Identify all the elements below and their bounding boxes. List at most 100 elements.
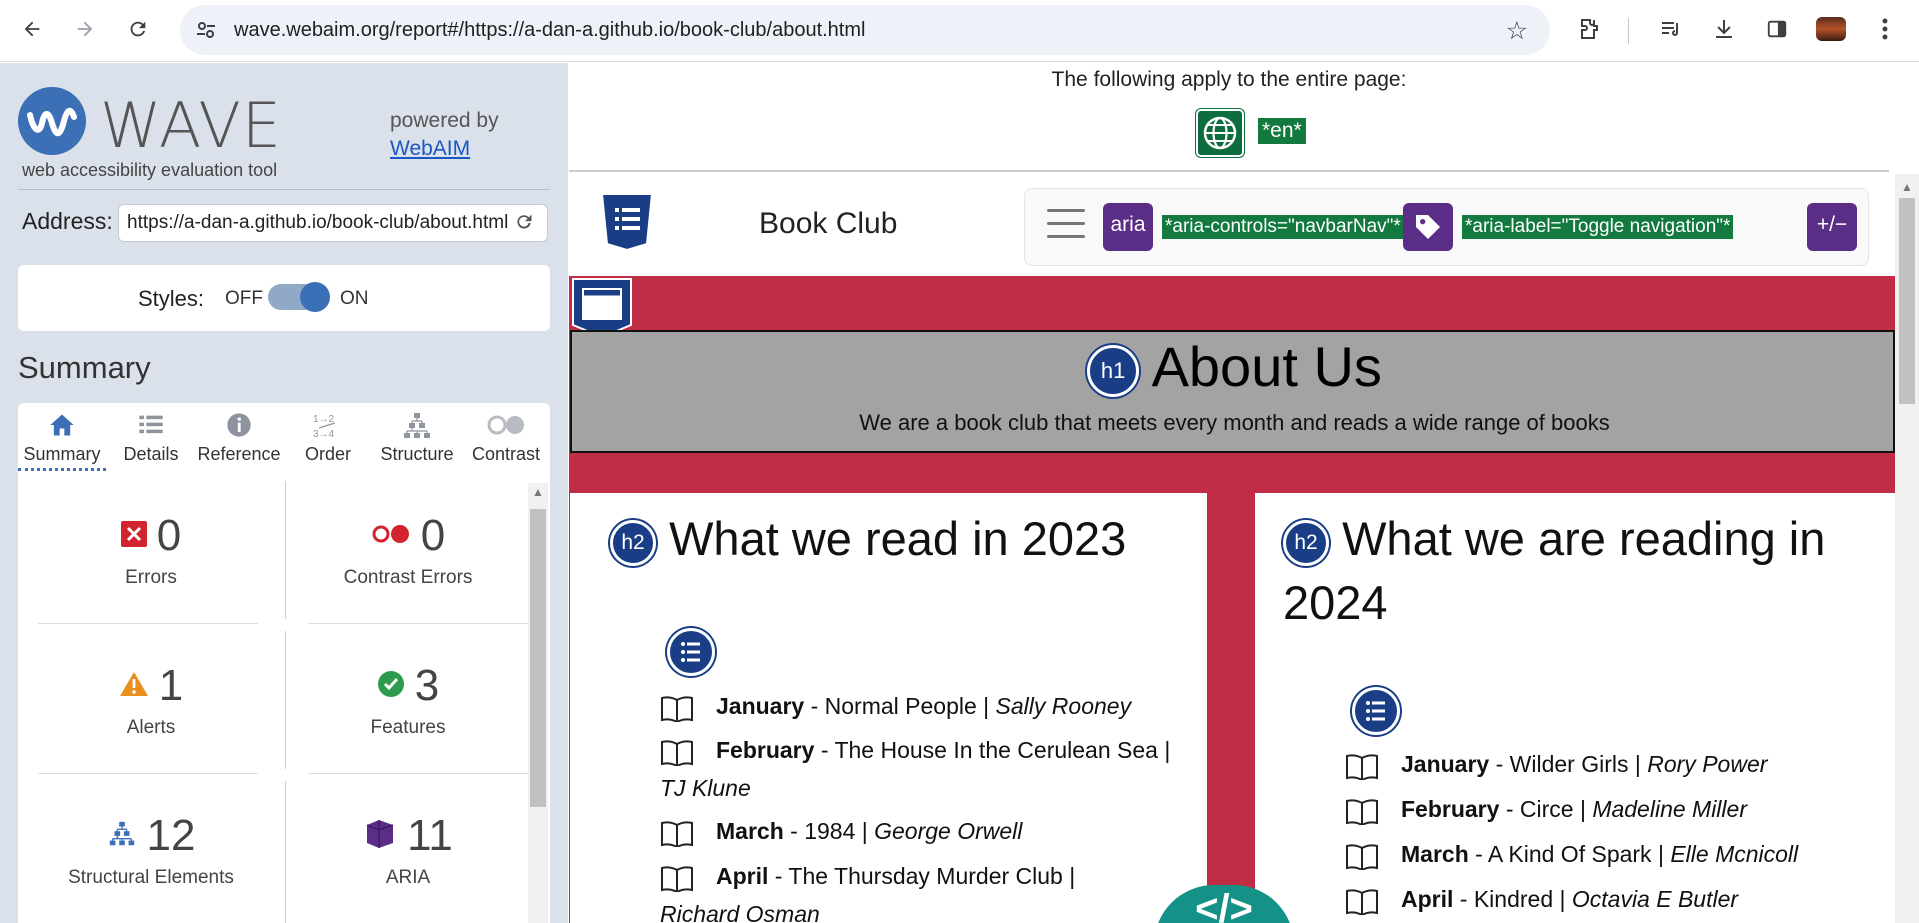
contrast-errors-count: 0 [420, 511, 446, 560]
scroll-up-icon[interactable]: ▲ [532, 485, 544, 499]
book-author: Rory Power [1647, 751, 1768, 777]
book-author: Octavia E Butler [1571, 886, 1739, 912]
book-icon [660, 864, 694, 894]
reload-icon[interactable] [119, 10, 157, 48]
tab-label: Contrast [471, 444, 541, 464]
address-input[interactable]: https://a-dan-a.github.io/book-club/abou… [118, 204, 548, 242]
divider [18, 189, 550, 190]
book-author: Richard Osman [660, 901, 820, 923]
book-title: - The House In the Cerulean Sea | [814, 737, 1171, 763]
side-panel-icon[interactable] [1758, 10, 1796, 48]
book-author: Elle Mcnicoll [1670, 841, 1799, 867]
media-control-icon[interactable] [1652, 10, 1690, 48]
styles-off-label: OFF [225, 288, 263, 309]
book-author: Sally Rooney [995, 693, 1132, 719]
tab-label: Summary [23, 444, 101, 464]
book-month: January [716, 693, 805, 719]
h2-badge[interactable]: h2 [610, 519, 656, 566]
powered-by-text: powered by [390, 109, 499, 132]
tab-summary[interactable]: Summary [18, 403, 106, 471]
svg-text:3→4: 3→4 [313, 429, 335, 440]
aria-controls-tag: *aria-controls="navbarNav"* [1162, 215, 1404, 239]
book-title: - 1984 | [783, 818, 875, 844]
book-title: - Kindred | [1453, 886, 1572, 912]
page-scrollbar[interactable]: ▲ [1895, 174, 1919, 923]
bookmark-star-icon[interactable]: ☆ [1506, 16, 1528, 46]
h1-badge[interactable]: h1 [1087, 345, 1140, 398]
css-icon[interactable] [599, 192, 654, 252]
list-item: January - Wilder Girls | Rory Power [1345, 745, 1885, 783]
scrollbar-thumb[interactable] [530, 509, 546, 807]
tab-structure[interactable]: Structure [373, 403, 461, 471]
divider [308, 623, 528, 624]
book-icon [1345, 752, 1379, 782]
h2-badge[interactable]: h2 [1283, 519, 1329, 566]
aria-expanded-icon[interactable]: +/− [1807, 203, 1857, 251]
errors-stat[interactable]: 0 Errors [41, 511, 261, 589]
aria-label-tag-icon[interactable] [1403, 203, 1453, 251]
webaim-link[interactable]: WebAIM [390, 137, 470, 160]
aria-stat[interactable]: 11 ARIA [298, 811, 518, 889]
hero-subtitle: We are a book club that meets every mont… [859, 410, 1610, 435]
list-item: February - The House In the Cerulean Sea… [660, 731, 1200, 807]
list-icon[interactable] [1352, 687, 1400, 735]
brand-link[interactable]: Book Club [759, 207, 897, 241]
site-settings-icon[interactable] [194, 18, 218, 42]
address-bar[interactable]: wave.webaim.org/report#/https://a-dan-a.… [180, 5, 1550, 55]
refresh-icon[interactable] [514, 212, 534, 238]
book-author: TJ Klune [660, 775, 751, 801]
structural-stat[interactable]: 12 Structural Elements [41, 811, 261, 889]
forward-icon[interactable] [66, 10, 104, 48]
aria-icon[interactable]: aria [1103, 203, 1153, 251]
more-menu-icon[interactable] [1866, 10, 1904, 48]
errors-label: Errors [125, 567, 177, 588]
page-title: h1 About Us [572, 334, 1897, 399]
styles-on-label: ON [340, 288, 369, 309]
site-navbar: Book Club aria *aria-controls="navbarNav… [569, 174, 1895, 276]
tab-details[interactable]: Details [107, 403, 195, 471]
features-stat[interactable]: 3 Features [298, 661, 518, 739]
book-title: - A Kind Of Spark | [1468, 841, 1671, 867]
contrast-error-icon [371, 523, 411, 550]
styles-label: Styles: [138, 286, 205, 311]
list-item: January - Normal People | Sally Rooney [660, 687, 1200, 725]
divider [285, 631, 286, 769]
structure-icon [373, 411, 461, 441]
alerts-label: Alerts [126, 717, 176, 738]
scrollbar-thumb[interactable] [1899, 198, 1915, 404]
applies-text: The following apply to the entire page: [1051, 68, 1407, 91]
h1-text: About Us [1151, 335, 1382, 398]
styles-toggle[interactable] [268, 282, 330, 312]
tab-reference[interactable]: Reference [195, 403, 283, 471]
wave-tabs: Summary Details Reference 1→2 3→4 Order S… [18, 403, 550, 471]
aria-label: ARIA [385, 867, 431, 888]
book-month: February [716, 737, 815, 763]
page-wide-banner: The following apply to the entire page: … [569, 63, 1889, 172]
book-author: Madeline Miller [1592, 796, 1747, 822]
book-month: March [716, 818, 784, 844]
styles-toggle-box: Styles: OFF ON [18, 265, 550, 331]
contrast-icon [462, 411, 550, 441]
info-icon [195, 411, 283, 441]
list-icon [107, 411, 195, 441]
tab-order[interactable]: 1→2 3→4 Order [284, 403, 372, 471]
alerts-stat[interactable]: 1 Alerts [41, 661, 261, 739]
download-icon[interactable] [1705, 10, 1743, 48]
scroll-up-icon[interactable]: ▲ [1901, 180, 1913, 194]
tab-contrast[interactable]: Contrast [462, 403, 550, 471]
list-icon[interactable] [667, 628, 715, 676]
navbar-toggler[interactable]: aria *aria-controls="navbarNav"* *aria-l… [1024, 188, 1869, 266]
toggle-knob [300, 282, 330, 312]
language-globe-icon[interactable] [1196, 109, 1244, 157]
book-icon [660, 738, 694, 768]
sidebar-scrollbar[interactable]: ▲ [528, 483, 548, 923]
heading-text: What we read in 2023 [669, 512, 1127, 565]
book-author: George Orwell [874, 818, 1023, 844]
url-text: wave.webaim.org/report#/https://a-dan-a.… [234, 19, 866, 41]
back-icon[interactable] [13, 10, 51, 48]
summary-panel: 0 Errors 0 Contrast Errors 1 Alerts 3 Fe… [18, 471, 550, 923]
profile-avatar[interactable] [1812, 10, 1850, 48]
divider [38, 773, 258, 774]
contrast-errors-stat[interactable]: 0 Contrast Errors [298, 511, 518, 589]
extensions-icon[interactable] [1570, 10, 1608, 48]
